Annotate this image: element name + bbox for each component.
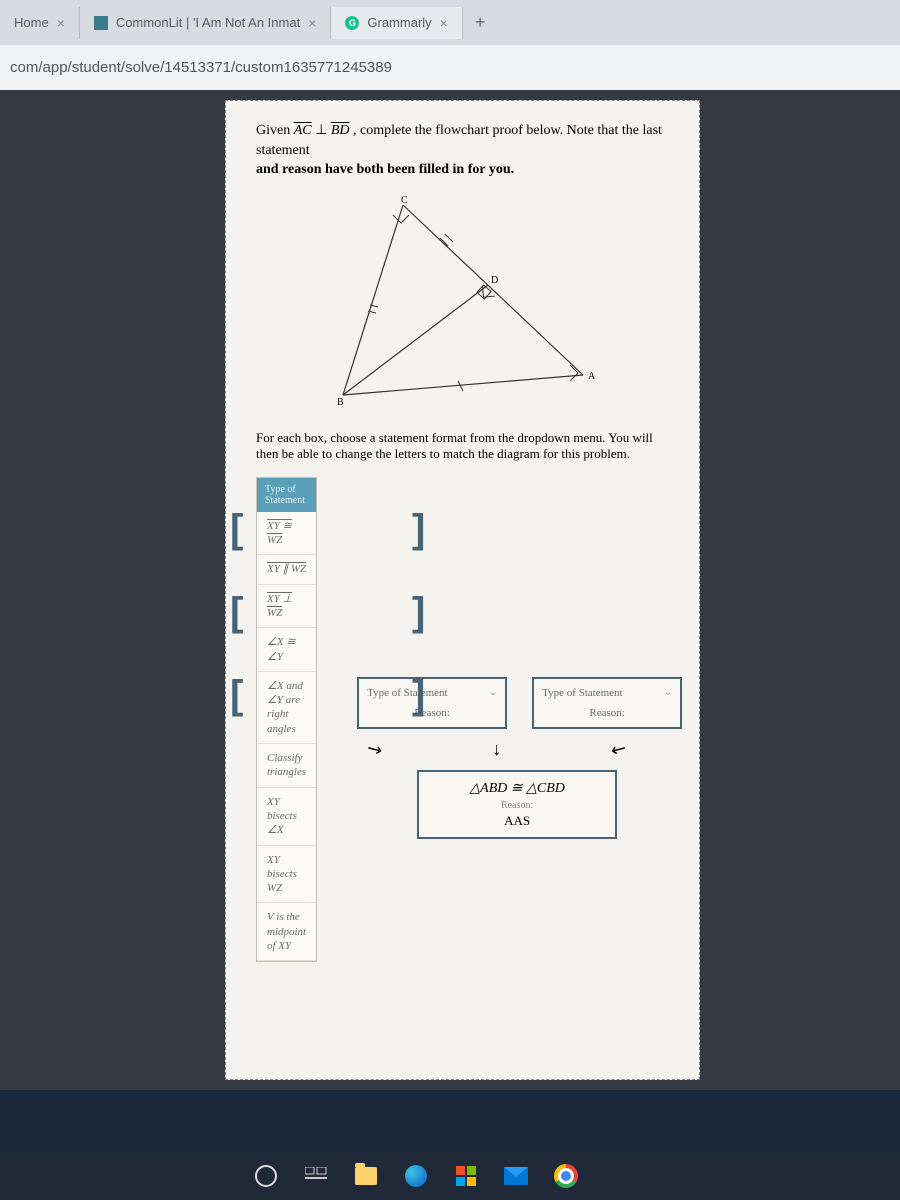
box-reason-label: Reason:: [538, 707, 676, 719]
perp-symbol: ⊥: [315, 123, 327, 138]
dropdown-option[interactable]: ∠X and ∠Y are right angles: [257, 672, 316, 744]
tab-label: Grammarly: [367, 15, 431, 30]
close-icon[interactable]: ×: [440, 15, 448, 31]
close-icon[interactable]: ×: [57, 15, 65, 31]
statement-box-3[interactable]: Type of Statement ⌄ Reason:: [532, 677, 682, 729]
dropdown-option[interactable]: XY bisects ∠X: [257, 788, 316, 846]
dropdown-header: Type of Statement: [257, 478, 316, 512]
chevron-down-icon[interactable]: ⌄: [489, 687, 497, 699]
content-area: Given AC ⊥ BD , complete the flowchart p…: [0, 90, 900, 1090]
statement-box-2[interactable]: Type of Statement ⌄ Reason:: [357, 677, 507, 729]
tab-label: Home: [14, 15, 49, 30]
segment-bd: BD: [331, 123, 350, 138]
commonlit-icon: [94, 16, 108, 30]
dropdown-option[interactable]: ∠X ≅ ∠Y: [257, 628, 316, 672]
task-view-button[interactable]: [300, 1160, 332, 1192]
tab-commonlit[interactable]: CommonLit | 'I Am Not An Inmat ×: [80, 7, 332, 39]
arrow-down-icon: ↙: [607, 736, 631, 762]
bracket-decorations: [ [ [: [230, 515, 243, 709]
browser-chrome: Home × CommonLit | 'I Am Not An Inmat × …: [0, 0, 900, 90]
dropdown-option[interactable]: V is the midpoint of XY: [257, 903, 316, 961]
new-tab-button[interactable]: +: [463, 12, 498, 33]
box-type-label: Type of Statement: [367, 687, 448, 699]
geometry-diagram: C D A B: [256, 195, 669, 405]
final-reason: AAS: [427, 813, 607, 829]
url-text: com/app/student/solve/14513371/custom163…: [10, 59, 392, 76]
mail-button[interactable]: [500, 1160, 532, 1192]
final-statement-box: △ABD ≅ △CBD Reason: AAS: [417, 770, 617, 839]
edge-button[interactable]: [400, 1160, 432, 1192]
final-statement: △ABD ≅ △CBD: [427, 780, 607, 797]
statement-type-dropdown[interactable]: Type of Statement XY ≅ WZ XY ∥ WZ XY ⊥ W…: [256, 477, 317, 963]
address-bar[interactable]: com/app/student/solve/14513371/custom163…: [0, 45, 900, 90]
close-icon[interactable]: ×: [308, 15, 316, 31]
final-reason-label: Reason:: [427, 800, 607, 811]
tab-grammarly[interactable]: G Grammarly ×: [331, 7, 462, 39]
dropdown-option[interactable]: XY ≅ WZ: [257, 512, 316, 556]
sub-instructions: For each box, choose a statement format …: [256, 430, 669, 462]
chevron-down-icon[interactable]: ⌄: [664, 687, 672, 699]
file-explorer-button[interactable]: [350, 1160, 382, 1192]
problem-page: Given AC ⊥ BD , complete the flowchart p…: [225, 100, 700, 1080]
tab-bar: Home × CommonLit | 'I Am Not An Inmat × …: [0, 0, 900, 45]
text: and reason have both been filled in for …: [256, 162, 514, 177]
chrome-button[interactable]: [550, 1160, 582, 1192]
dropdown-option[interactable]: Classify triangles: [257, 744, 316, 788]
grammarly-icon: G: [345, 16, 359, 30]
tab-label: CommonLit | 'I Am Not An Inmat: [116, 15, 300, 30]
box-type-label: Type of Statement: [542, 687, 623, 699]
windows-taskbar: [0, 1152, 900, 1200]
box-reason-label: Reason:: [363, 707, 501, 719]
tab-home[interactable]: Home ×: [0, 7, 80, 39]
text: Given: [256, 123, 290, 138]
arrow-down-icon: ↘: [363, 736, 387, 762]
dropdown-option[interactable]: XY ⊥ WZ: [257, 585, 316, 629]
dropdown-option[interactable]: XY bisects WZ: [257, 846, 316, 904]
cortana-button[interactable]: [250, 1160, 282, 1192]
label-c: C: [401, 195, 408, 206]
store-button[interactable]: [450, 1160, 482, 1192]
label-a: A: [588, 371, 596, 382]
label-d: D: [491, 275, 498, 286]
dropdown-option[interactable]: XY ∥ WZ: [257, 555, 316, 584]
label-b: B: [337, 397, 344, 405]
segment-ac: AC: [294, 123, 312, 138]
problem-instructions: Given AC ⊥ BD , complete the flowchart p…: [256, 121, 669, 180]
bracket-decorations-right: ] ] ]: [412, 515, 425, 709]
arrow-down-icon: ↓: [492, 739, 501, 760]
